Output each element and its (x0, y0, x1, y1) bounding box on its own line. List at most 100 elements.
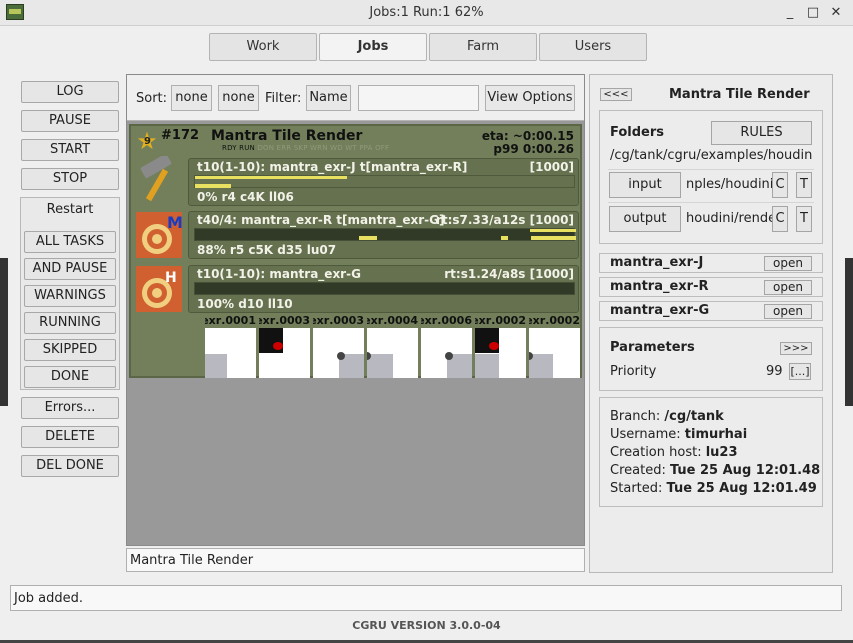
thumbnail-image (421, 328, 472, 378)
sort-secondary-button[interactable]: none (218, 85, 259, 111)
thumbnail[interactable]: 0003.exr (313, 314, 364, 378)
folders-heading: Folders (610, 125, 665, 140)
filter-input[interactable] (358, 85, 479, 111)
right-splitter-handle[interactable] (845, 258, 853, 406)
branch-label: Branch: (610, 409, 661, 424)
collapse-panel-button[interactable]: <<< (600, 88, 632, 101)
restart-all-tasks-button[interactable]: ALL TASKS (24, 231, 116, 253)
job-states-active: RDY RUN (222, 144, 255, 152)
block-info: 0% r4 c4K ll06 (197, 190, 294, 204)
job-priority-time: p99 0:00.26 (493, 142, 574, 156)
log-button[interactable]: LOG (21, 81, 119, 103)
job-states-inactive: DON ERR SKP WRN WD WT PPA OFF (257, 144, 390, 152)
restart-done-button[interactable]: DONE (24, 366, 116, 388)
restart-and-pause-button[interactable]: AND PAUSE (24, 258, 116, 280)
edit-priority-button[interactable]: [...] (789, 363, 811, 380)
block-row-name: mantra_exr-J (610, 255, 704, 270)
job-states: RDY RUN DON ERR SKP WRN WD WT PPA OFF (222, 144, 389, 152)
filter-field-button[interactable]: Name (306, 85, 351, 111)
main-tabs: Work Jobs Farm Users (209, 33, 647, 61)
thumbnail[interactable]: 0002.exr (529, 314, 580, 378)
input-folder-path: nples/houdini (686, 177, 774, 192)
left-splitter-handle[interactable] (0, 258, 8, 406)
tab-farm[interactable]: Farm (429, 33, 537, 61)
thumbnail-name: 0001.exr (205, 314, 256, 327)
open-block-button[interactable]: open (764, 280, 812, 295)
block-row-mantra-exr-g: mantra_exr-G open (599, 301, 823, 321)
errors-button[interactable]: Errors... (21, 397, 119, 419)
filter-label: Filter: (265, 91, 302, 106)
output-terminal-button[interactable]: T (796, 206, 812, 232)
block-mantra-exr-g[interactable]: t10(1-10): mantra_exr-G rt:s1.24/a8s [10… (188, 265, 579, 313)
folders-section: Folders RULES /cg/tank/cgru/examples/hou… (599, 110, 823, 244)
username-value: timurhai (684, 427, 748, 442)
creation-host-value: lu23 (705, 445, 738, 460)
thumbnail-name: 0002.exr (475, 314, 526, 327)
output-copy-button[interactable]: C (772, 206, 788, 232)
created-value: Tue 25 Aug 12:01.48 (669, 463, 821, 478)
input-copy-button[interactable]: C (772, 172, 788, 198)
thumbnail[interactable]: 0004.exr (367, 314, 418, 378)
tab-work[interactable]: Work (209, 33, 317, 61)
thumbnail[interactable]: 0001.exr (205, 314, 256, 378)
output-folder-path: houdini/render (686, 211, 782, 226)
version-label: CGRU VERSION 3.0.0-04 (352, 619, 501, 632)
mantra-icon: M (135, 211, 183, 259)
thumbnail-name: 0004.exr (367, 314, 418, 327)
branch-line: Branch: /cg/tank (610, 409, 724, 424)
thumbnail-name: 0003.exr (313, 314, 364, 327)
start-button[interactable]: START (21, 139, 119, 161)
creation-host-label: Creation host: (610, 445, 702, 460)
sort-primary-button[interactable]: none (171, 85, 212, 111)
thumbnail-image (205, 328, 256, 378)
job-info-section: Branch: /cg/tank Username: timurhai Crea… (599, 397, 823, 507)
window-title: Jobs:1 Run:1 62% (369, 5, 484, 20)
expand-parameters-button[interactable]: >>> (780, 342, 812, 355)
maximize-button[interactable]: □ (803, 3, 823, 23)
open-block-button[interactable]: open (764, 304, 812, 319)
block-row-mantra-exr-r: mantra_exr-R open (599, 277, 823, 297)
selected-job-name-field[interactable]: Mantra Tile Render (126, 548, 585, 572)
thumbnail-image (313, 328, 364, 378)
stop-button[interactable]: STOP (21, 168, 119, 190)
block-progress-bar (194, 175, 575, 188)
rules-button[interactable]: RULES (711, 121, 812, 145)
open-block-button[interactable]: open (764, 256, 812, 271)
pause-button[interactable]: PAUSE (21, 110, 119, 132)
block-progress-bar (194, 228, 576, 241)
view-options-button[interactable]: View Options (485, 85, 575, 111)
svg-text:M: M (167, 213, 183, 232)
del-done-button[interactable]: DEL DONE (21, 455, 119, 477)
thumbnail[interactable]: 0006.exr (421, 314, 472, 378)
delete-button[interactable]: DELETE (21, 426, 119, 448)
close-button[interactable]: ✕ (826, 3, 846, 23)
created-label: Created: (610, 463, 666, 478)
block-info: 100% d10 ll10 (197, 297, 293, 311)
input-terminal-button[interactable]: T (796, 172, 812, 198)
tab-users[interactable]: Users (539, 33, 647, 61)
hammer-icon (135, 154, 183, 204)
username-line: Username: timurhai (610, 427, 747, 442)
priority-star-number: 9 (144, 136, 151, 147)
thumbnail-image (475, 328, 526, 378)
tab-jobs[interactable]: Jobs (319, 33, 427, 61)
block-mantra-exr-j[interactable]: t10(1-10): mantra_exr-J t[mantra_exr-R] … (188, 158, 579, 206)
svg-text:H: H (165, 270, 177, 286)
output-folder-button[interactable]: output (609, 206, 681, 232)
job-item[interactable]: ★ 9 #172 Mantra Tile Render RDY RUN DON … (129, 124, 582, 378)
started-value: Tue 25 Aug 12:01.49 (666, 481, 817, 496)
restart-warnings-button[interactable]: WARNINGS (24, 285, 116, 307)
block-name: t10(1-10): mantra_exr-G (197, 267, 361, 281)
input-folder-button[interactable]: input (609, 172, 681, 198)
restart-skipped-button[interactable]: SKIPPED (24, 339, 116, 361)
thumbnail[interactable]: 0003.exr (259, 314, 310, 378)
minimize-button[interactable]: _ (780, 3, 800, 23)
block-mantra-exr-r[interactable]: t40/4: mantra_exr-R t[mantra_exr-G] rt:s… (188, 211, 579, 259)
thumbnail[interactable]: 0002.exr (475, 314, 526, 378)
branch-value: /cg/tank (664, 409, 724, 424)
houdini-icon: H (135, 265, 183, 313)
thumbnail-name: 0002.exr (529, 314, 580, 327)
restart-label: Restart (46, 202, 94, 217)
jobs-list-panel: Sort: none none Filter: Name View Option… (126, 74, 585, 546)
restart-running-button[interactable]: RUNNING (24, 312, 116, 334)
